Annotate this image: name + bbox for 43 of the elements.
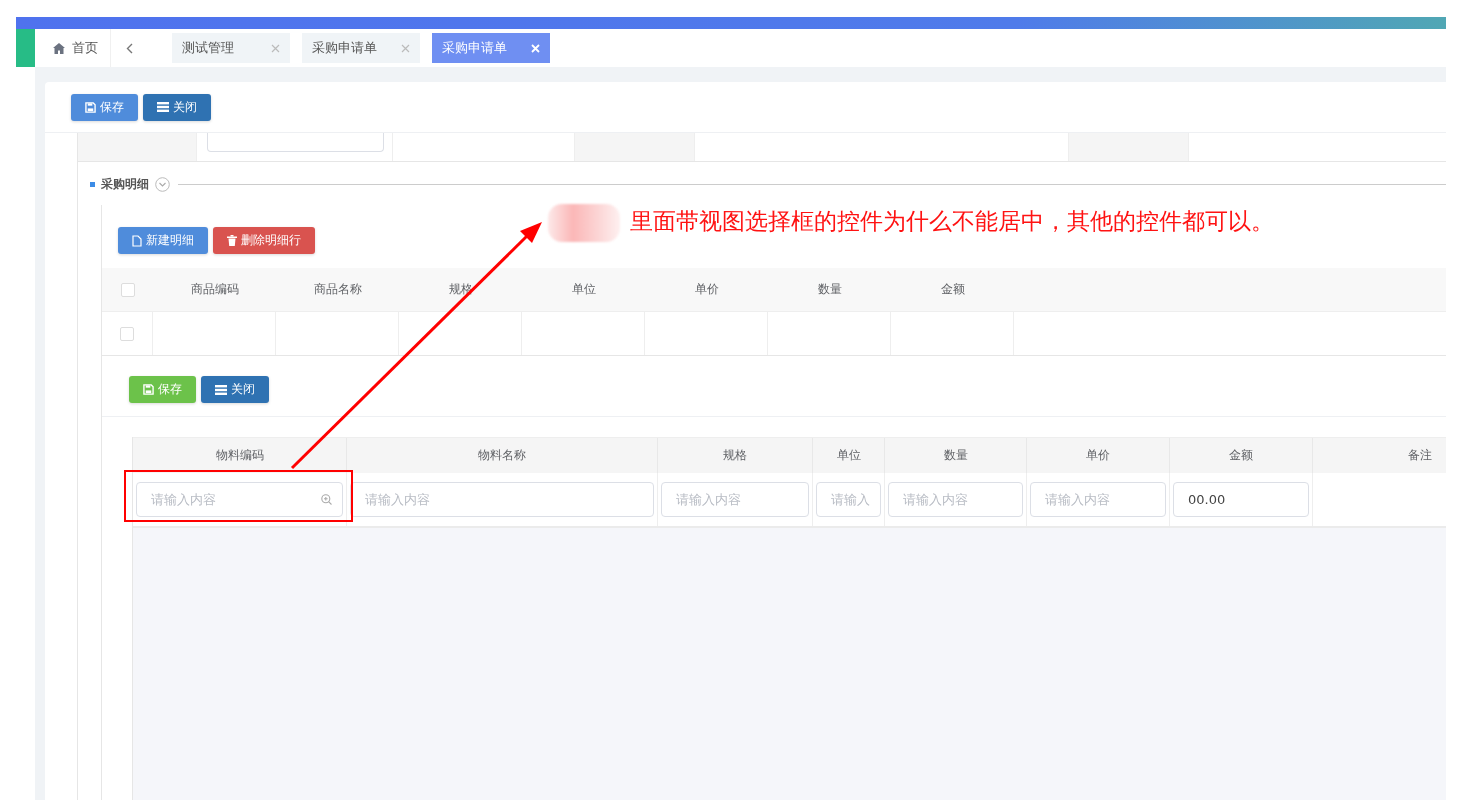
input-field[interactable] bbox=[207, 133, 384, 152]
document-icon bbox=[132, 234, 142, 247]
column-header: 金额 bbox=[939, 281, 966, 298]
trash-icon bbox=[227, 235, 237, 246]
close-icon[interactable] bbox=[401, 43, 410, 53]
page-tab[interactable]: 测试管理 bbox=[172, 33, 290, 63]
collapse-icon[interactable] bbox=[155, 176, 170, 192]
chevron-left-icon[interactable] bbox=[125, 42, 133, 54]
input-field[interactable]: 请输入内容 bbox=[1030, 482, 1166, 517]
checkbox[interactable] bbox=[120, 326, 134, 341]
column-header: 备注 bbox=[1407, 447, 1433, 464]
column-header: 单价 bbox=[693, 281, 720, 298]
input-field[interactable]: 请输入内容 bbox=[350, 482, 654, 517]
save-button[interactable]: 保存 bbox=[71, 93, 138, 121]
input-field[interactable]: 请输入内容 bbox=[888, 482, 1023, 517]
input-field[interactable]: 请输入内容 bbox=[661, 482, 809, 517]
redaction-blur bbox=[548, 204, 620, 242]
save-button[interactable]: 保存 bbox=[129, 376, 196, 403]
column-header: 数量 bbox=[816, 281, 843, 298]
close-button[interactable]: 关闭 bbox=[143, 93, 211, 121]
delete-button[interactable]: 删除明细行 bbox=[213, 227, 315, 254]
input-field[interactable]: 00.00 bbox=[1173, 482, 1309, 517]
annotation-text: 里面带视图选择框的控件为什么不能居中，其他的控件都可以。 bbox=[630, 207, 1274, 236]
close-button[interactable]: 关闭 bbox=[201, 376, 269, 403]
checkbox[interactable] bbox=[120, 282, 135, 297]
floppy-icon bbox=[143, 384, 154, 395]
bullet-icon bbox=[90, 181, 95, 187]
input-field[interactable]: 请输入 bbox=[816, 482, 881, 517]
list-icon bbox=[157, 102, 169, 112]
zoom-in-icon[interactable] bbox=[321, 494, 332, 505]
column-header: 商品名称 bbox=[312, 281, 363, 298]
floppy-icon bbox=[85, 101, 96, 113]
page-tab[interactable]: 采购申请单 bbox=[302, 33, 420, 63]
section-title: 采购明细 bbox=[101, 175, 149, 193]
page-tab[interactable]: 采购申请单 bbox=[432, 33, 550, 63]
list-icon bbox=[215, 384, 227, 395]
lookup-field[interactable]: 请输入内容 bbox=[136, 482, 343, 517]
home-icon bbox=[53, 42, 65, 54]
close-icon[interactable] bbox=[271, 43, 280, 53]
sidebar-edge bbox=[16, 29, 35, 67]
column-header: 商品编码 bbox=[189, 281, 240, 298]
column-header: 单位 bbox=[570, 281, 597, 298]
new-button[interactable]: 新建明细 bbox=[118, 227, 208, 254]
